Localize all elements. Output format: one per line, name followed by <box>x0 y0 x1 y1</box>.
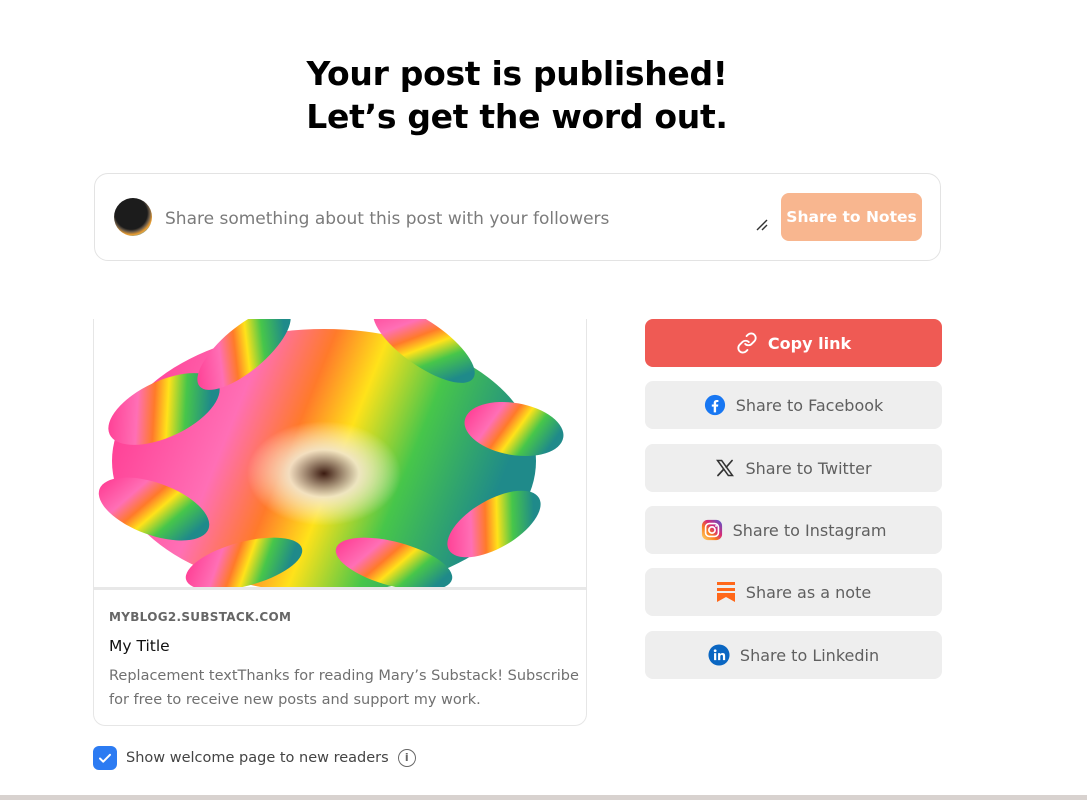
post-cover-image <box>94 319 586 587</box>
post-preview-card[interactable]: MYBLOG2.SUBSTACK.COM My Title Replacemen… <box>93 319 587 726</box>
share-facebook-label: Share to Facebook <box>735 395 884 415</box>
share-linkedin-label: Share to Linkedin <box>739 645 880 665</box>
post-domain: MYBLOG2.SUBSTACK.COM <box>109 610 292 624</box>
note-composer: Share to Notes <box>94 173 941 261</box>
share-instagram-label: Share to Instagram <box>732 520 887 540</box>
page-title-line-1: Your post is published! <box>306 54 728 93</box>
substack-note-icon <box>716 582 735 602</box>
copy-link-button[interactable]: Copy link <box>645 319 942 367</box>
share-note-input[interactable] <box>165 202 765 236</box>
facebook-icon <box>704 394 725 416</box>
window-bottom-edge <box>0 795 1087 800</box>
share-twitter-button[interactable]: Share to Twitter <box>645 444 942 492</box>
page-title-line-2: Let’s get the word out. <box>306 97 728 136</box>
share-linkedin-button[interactable]: Share to Linkedin <box>645 631 942 679</box>
share-twitter-label: Share to Twitter <box>745 458 872 478</box>
share-note-label: Share as a note <box>745 582 872 602</box>
linkedin-icon <box>708 644 730 666</box>
copy-link-label: Copy link <box>767 333 852 353</box>
post-description: Replacement textThanks for reading Mary’… <box>109 668 579 708</box>
share-to-notes-button[interactable]: Share to Notes <box>781 193 922 241</box>
x-twitter-icon <box>716 459 735 477</box>
instagram-icon <box>701 519 722 541</box>
post-title: My Title <box>109 637 170 655</box>
share-note-button[interactable]: Share as a note <box>645 568 942 616</box>
link-icon <box>737 332 757 354</box>
card-divider <box>94 587 586 590</box>
avatar <box>114 198 152 236</box>
checkmark-icon <box>99 753 111 763</box>
resize-handle-icon[interactable] <box>755 218 769 232</box>
share-facebook-button[interactable]: Share to Facebook <box>645 381 942 429</box>
share-instagram-button[interactable]: Share to Instagram <box>645 506 942 554</box>
welcome-page-checkbox[interactable] <box>93 745 117 770</box>
welcome-page-toggle: Show welcome page to new readers i <box>93 745 416 770</box>
page-title: Your post is published! Let’s get the wo… <box>0 52 1034 138</box>
info-icon[interactable]: i <box>397 748 416 767</box>
welcome-page-label: Show welcome page to new readers <box>126 749 389 766</box>
